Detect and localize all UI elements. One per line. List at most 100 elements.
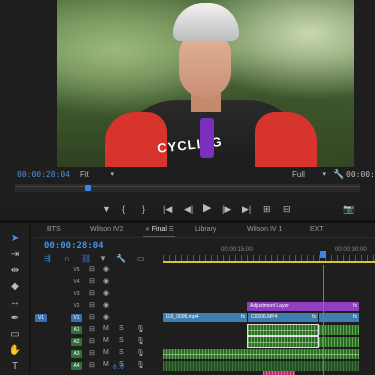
track-name[interactable]: A3 — [71, 350, 82, 358]
work-area-bar[interactable] — [163, 261, 375, 263]
video-clip-c0206[interactable]: C0206.MP4 fx — [248, 313, 318, 322]
settings-wrench-icon[interactable]: 🔧 — [333, 169, 344, 180]
solo-button[interactable]: S — [119, 349, 124, 356]
video-preview[interactable]: CYCLING — [57, 0, 354, 167]
timeline-playhead[interactable] — [320, 251, 326, 258]
go-to-in-icon[interactable]: |◀ — [163, 204, 172, 214]
tab-bts[interactable]: BTS — [47, 226, 61, 233]
step-back-icon[interactable]: ◀| — [184, 204, 193, 214]
out-point-icon[interactable]: } — [142, 204, 145, 214]
eye-icon[interactable]: ◉ — [103, 313, 109, 321]
track-name[interactable]: V1 — [71, 314, 82, 322]
tracks-area[interactable]: Adjustment Layer fx DJI_0096.mp4 fx C020… — [163, 265, 375, 375]
zoom-select[interactable]: Fit — [80, 170, 114, 180]
overwrite-icon[interactable]: ⊟ — [283, 204, 291, 214]
tools-panel: ➤ ⇥ ⇹ ◆ ↔ ✒ ▭ ✋ T — [0, 224, 30, 375]
tab-library[interactable]: Library — [195, 226, 216, 233]
slip-tool-icon[interactable]: ↔ — [8, 296, 22, 310]
tab-ext[interactable]: EXT — [310, 226, 324, 233]
linked-selection-icon[interactable]: ⛓ — [81, 254, 91, 263]
playhead-timecode[interactable]: 00:00:28:04 — [17, 170, 70, 179]
voiceover-mic-icon[interactable]: 🎙 — [136, 349, 145, 357]
export-frame-icon[interactable]: 📷 — [343, 204, 354, 214]
sync-lock-icon[interactable]: ⊟ — [89, 337, 95, 345]
source-target-v1[interactable]: V1 — [35, 314, 47, 322]
track-header-v5: V5 ⊟ ◉ — [33, 265, 163, 275]
monitor-playhead[interactable] — [85, 185, 91, 191]
audio-clip-a1-end[interactable] — [319, 325, 359, 335]
tab-wilson-iv-1[interactable]: Wilson IV 1 — [247, 226, 282, 233]
mute-button[interactable]: M — [103, 349, 109, 356]
timeline-timecode[interactable]: 00:00:28:04 — [44, 241, 104, 251]
monitor-controls-bar: 00:00:28:04 Fit Full 🔧 00:00:3 — [0, 168, 375, 182]
selection-tool-icon[interactable]: ➤ — [8, 232, 22, 246]
audio-clip-a4[interactable] — [163, 361, 359, 371]
track-volume-value[interactable]: 0.0 — [113, 364, 124, 371]
audio-clip-a2-end[interactable] — [319, 337, 359, 347]
sync-lock-icon[interactable]: ⊟ — [89, 265, 95, 273]
mute-button[interactable]: M — [103, 337, 109, 344]
rectangle-tool-icon[interactable]: ▭ — [8, 328, 22, 342]
captions-icon[interactable]: ▭ — [137, 254, 145, 263]
sync-lock-icon[interactable]: ⊟ — [89, 349, 95, 357]
insert-icon[interactable]: ⊞ — [263, 204, 271, 214]
eye-icon[interactable]: ◉ — [103, 265, 109, 273]
audio-clip-a1[interactable] — [247, 324, 319, 336]
video-clip-dji[interactable]: DJI_0096.mp4 fx — [163, 313, 247, 322]
sync-lock-icon[interactable]: ⊟ — [89, 289, 95, 297]
resolution-select[interactable]: Full — [292, 170, 326, 179]
step-forward-icon[interactable]: |▶ — [222, 204, 231, 214]
track-name[interactable]: A2 — [71, 338, 82, 346]
solo-button[interactable]: S — [119, 337, 124, 344]
razor-tool-icon[interactable]: ◆ — [8, 280, 22, 294]
nest-icon[interactable]: ⇶ — [44, 254, 51, 263]
track-name[interactable]: A4 — [71, 362, 82, 370]
sync-lock-icon[interactable]: ⊟ — [89, 277, 95, 285]
solo-button[interactable]: S — [119, 325, 124, 332]
ruler-label-15s: 00:00:15:00 — [221, 247, 253, 253]
ripple-edit-tool-icon[interactable]: ⇹ — [8, 264, 22, 278]
go-to-out-icon[interactable]: ▶| — [242, 204, 251, 214]
play-icon[interactable]: ▶ — [203, 203, 211, 214]
audio-clip-a5[interactable] — [263, 371, 295, 375]
sync-lock-icon[interactable]: ⊟ — [89, 301, 95, 309]
in-point-icon[interactable]: { — [122, 204, 125, 214]
track-name[interactable]: V5 — [71, 266, 82, 274]
fx-badge: fx — [353, 303, 357, 309]
track-name[interactable]: V2 — [71, 302, 82, 310]
tab-wilson-iv2[interactable]: Wilson IV2 — [90, 226, 123, 233]
monitor-scrubber[interactable] — [15, 184, 360, 192]
track-name[interactable]: V4 — [71, 278, 82, 286]
track-header-a4: A4 ⊟ M S 🎙 — [33, 361, 163, 371]
snap-magnet-icon[interactable]: ∩ — [64, 254, 70, 263]
track-name[interactable]: V3 — [71, 290, 82, 298]
track-header-v2: V2 ⊟ ◉ — [33, 301, 163, 311]
hand-tool-icon[interactable]: ✋ — [8, 344, 22, 358]
playhead-line — [323, 265, 324, 375]
sync-lock-icon[interactable]: ⊟ — [89, 325, 95, 333]
timeline-settings-wrench-icon[interactable]: 🔧 — [116, 254, 126, 263]
timeline-ruler[interactable]: 00:00:15:00 00:00:30:00 — [163, 241, 375, 263]
eye-icon[interactable]: ◉ — [103, 301, 109, 309]
voiceover-mic-icon[interactable]: 🎙 — [136, 361, 145, 369]
marker-icon[interactable]: ▼ — [102, 204, 111, 214]
voiceover-mic-icon[interactable]: 🎙 — [136, 325, 145, 333]
voiceover-mic-icon[interactable]: 🎙 — [136, 337, 145, 345]
audio-clip-a3[interactable] — [163, 349, 359, 359]
tab-final[interactable]: ✕ Final ☰ — [145, 226, 174, 233]
sync-lock-icon[interactable]: ⊟ — [89, 313, 95, 321]
track-name[interactable]: A1 — [71, 326, 82, 334]
type-tool-icon[interactable]: T — [8, 360, 22, 374]
eye-icon[interactable]: ◉ — [103, 277, 109, 285]
mute-button[interactable]: M — [103, 361, 109, 368]
adjustment-layer-clip[interactable]: Adjustment Layer fx — [247, 302, 359, 311]
eye-icon[interactable]: ◉ — [103, 289, 109, 297]
audio-clip-a2[interactable] — [247, 336, 319, 348]
video-clip-v1-end[interactable]: fx — [319, 313, 359, 322]
track-header-a2: A2 ⊟ M S 🎙 — [33, 337, 163, 347]
track-select-tool-icon[interactable]: ⇥ — [8, 248, 22, 262]
mute-button[interactable]: M — [103, 325, 109, 332]
sync-lock-icon[interactable]: ⊟ — [89, 361, 95, 369]
add-marker-icon[interactable]: ▼ — [99, 254, 107, 263]
pen-tool-icon[interactable]: ✒ — [8, 312, 22, 326]
